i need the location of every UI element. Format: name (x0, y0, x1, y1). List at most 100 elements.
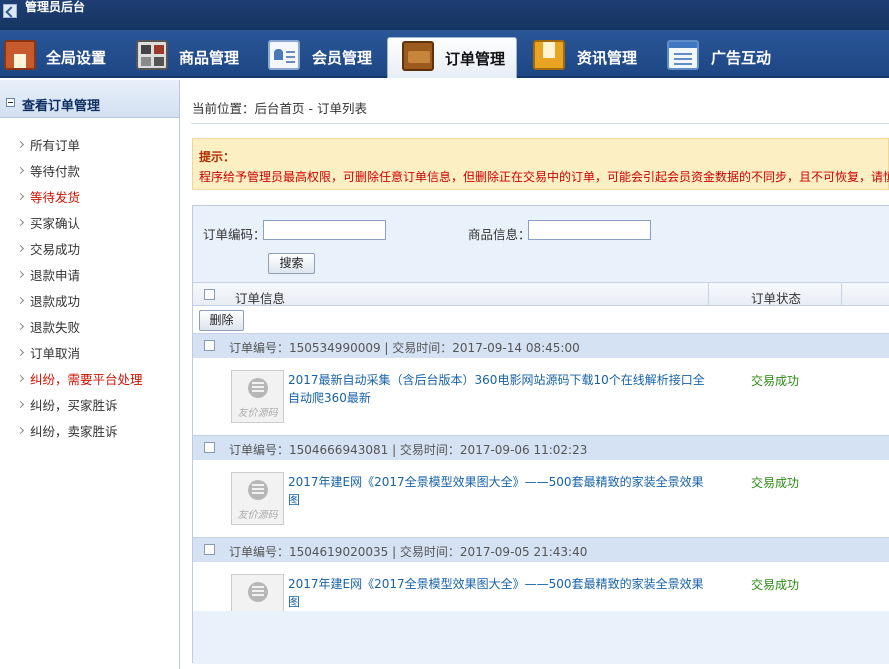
column-divider (841, 283, 842, 306)
breadcrumb: 当前位置：后台首页 - 订单列表 (192, 101, 367, 116)
table-header: 订单信息 订单状态 (193, 282, 889, 306)
grid-icon (136, 40, 168, 70)
sidebar-item-awaiting-shipment[interactable]: 等待发货 (0, 185, 179, 211)
sidebar-header[interactable]: 查看订单管理 (0, 80, 179, 118)
title-bar: 管理员后台 (0, 0, 889, 30)
search-form: 订单编码： 商品信息： 搜索 (193, 206, 889, 282)
window-title: 管理员后台 (25, 0, 86, 14)
tab-news-management[interactable]: 资讯管理 (529, 37, 653, 78)
home-icon (4, 40, 36, 70)
tab-label: 会员管理 (312, 49, 373, 67)
app-logo-icon (3, 4, 17, 18)
chevron-right-icon (16, 218, 25, 227)
collapse-icon[interactable] (6, 98, 15, 107)
notice-title: 提示： (199, 150, 236, 164)
order-status: 交易成功 (751, 578, 800, 592)
chevron-right-icon (16, 426, 25, 435)
product-link[interactable]: 2017最新自动采集（含后台版本）360电影网站源码下载10个在线解析接口全自动… (288, 371, 713, 407)
tab-global-settings[interactable]: 全局设置 (0, 37, 125, 78)
sidebar-item-refund-failed[interactable]: 退款失败 (0, 315, 179, 341)
order-row: 友价源码 2017最新自动采集（含后台版本）360电影网站源码下载10个在线解析… (193, 358, 889, 436)
sidebar-item-label: 退款失败 (30, 320, 81, 335)
order-panel: 订单编码： 商品信息： 搜索 订单信息 订单状态 删除 订单编号：1505349… (192, 205, 889, 664)
order-row: 友价源码 2017年建E网《2017全景模型效果图大全》——500套最精致的家装… (193, 460, 889, 538)
sidebar-item-label: 等待付款 (30, 164, 81, 179)
sidebar-item-label: 纠纷，买家胜诉 (30, 398, 118, 413)
notice-box: 提示： 程序给予管理员最高权限，可删除任意订单信息，但删除正在交易中的订单，可能… (192, 138, 889, 190)
order-row-header: 订单编号：1504619020035 | 交易时间：2017-09-05 21:… (193, 538, 889, 562)
product-link[interactable]: 2017年建E网《2017全景模型效果图大全》——500套最精致的家装全景效果图 (288, 575, 713, 611)
order-meta: 订单编号：1504666943081 | 交易时间：2017-09-06 11:… (229, 443, 588, 457)
chevron-right-icon (16, 400, 25, 409)
ad-icon (667, 40, 699, 70)
order-checkbox[interactable] (204, 340, 215, 351)
sidebar-item-label: 纠纷，卖家胜诉 (30, 424, 118, 439)
sidebar-title: 查看订单管理 (22, 99, 101, 114)
sidebar-item-all-orders[interactable]: 所有订单 (0, 133, 179, 159)
bulk-actions: 删除 (193, 306, 889, 334)
order-status: 交易成功 (751, 374, 800, 388)
product-thumbnail[interactable]: 友价源码 (231, 472, 284, 525)
sidebar-item-label: 退款成功 (30, 294, 81, 309)
sidebar-item-dispute-buyer-wins[interactable]: 纠纷，买家胜诉 (0, 393, 179, 419)
order-checkbox[interactable] (204, 442, 215, 453)
placeholder-logo-icon (248, 378, 268, 398)
sidebar-item-refund-success[interactable]: 退款成功 (0, 289, 179, 315)
column-divider (708, 283, 709, 306)
order-no-label: 订单编码： (203, 227, 266, 242)
news-icon (533, 40, 565, 70)
order-row-header: 订单编号：150534990009 | 交易时间：2017-09-14 08:4… (193, 334, 889, 358)
sidebar-item-buyer-confirm[interactable]: 买家确认 (0, 211, 179, 237)
order-row: 友价源码 2017年建E网《2017全景模型效果图大全》——500套最精致的家装… (193, 562, 889, 627)
table-footer (193, 611, 889, 664)
chevron-right-icon (16, 348, 25, 357)
chevron-right-icon (16, 322, 25, 331)
tab-product-management[interactable]: 商品管理 (130, 37, 258, 78)
divider (191, 123, 889, 124)
product-info-label: 商品信息： (468, 227, 531, 242)
chevron-right-icon (16, 166, 25, 175)
sidebar-item-label: 订单取消 (30, 346, 81, 361)
thumbnail-watermark: 友价源码 (237, 408, 278, 419)
order-meta: 订单编号：150534990009 | 交易时间：2017-09-14 08:4… (229, 341, 580, 355)
order-no-input[interactable] (263, 220, 386, 240)
tab-order-management[interactable]: 订单管理 (387, 37, 517, 78)
chevron-right-icon (16, 140, 25, 149)
search-button[interactable]: 搜索 (268, 253, 315, 274)
order-status: 交易成功 (751, 476, 800, 490)
sidebar-item-label: 等待发货 (30, 190, 81, 205)
chevron-right-icon (16, 296, 25, 305)
order-meta: 订单编号：1504619020035 | 交易时间：2017-09-05 21:… (229, 545, 588, 559)
order-checkbox[interactable] (204, 544, 215, 555)
delete-button[interactable]: 删除 (199, 310, 244, 331)
tab-label: 订单管理 (445, 50, 506, 68)
thumbnail-watermark: 友价源码 (237, 510, 278, 521)
card-icon (268, 40, 300, 70)
select-all-checkbox[interactable] (204, 289, 215, 300)
sidebar-menu: 所有订单 等待付款 等待发货 买家确认 交易成功 退款申请 退款成功 退款失败 … (0, 118, 179, 445)
sidebar-item-dispute-platform[interactable]: 纠纷，需要平台处理 (0, 367, 179, 393)
sidebar-item-label: 交易成功 (30, 242, 81, 257)
product-link[interactable]: 2017年建E网《2017全景模型效果图大全》——500套最精致的家装全景效果图 (288, 473, 713, 509)
chevron-right-icon (16, 270, 25, 279)
tab-ad-interaction[interactable]: 广告互动 (664, 37, 784, 78)
sidebar-item-order-cancelled[interactable]: 订单取消 (0, 341, 179, 367)
chevron-right-icon (16, 192, 25, 201)
product-info-input[interactable] (528, 220, 651, 240)
tab-label: 全局设置 (46, 49, 107, 67)
sidebar-item-label: 买家确认 (30, 216, 81, 231)
col-order-info: 订单信息 (235, 291, 286, 306)
sidebar-item-awaiting-payment[interactable]: 等待付款 (0, 159, 179, 185)
tab-label: 资讯管理 (577, 49, 638, 67)
tab-member-management[interactable]: 会员管理 (263, 37, 385, 78)
chevron-right-icon (16, 374, 25, 383)
tab-label: 广告互动 (711, 49, 772, 67)
wallet-icon (402, 41, 434, 71)
product-thumbnail[interactable]: 友价源码 (231, 370, 284, 423)
sidebar-item-trade-success[interactable]: 交易成功 (0, 237, 179, 263)
tab-label: 商品管理 (179, 49, 240, 67)
chevron-right-icon (16, 244, 25, 253)
sidebar-item-refund-request[interactable]: 退款申请 (0, 263, 179, 289)
sidebar-item-dispute-seller-wins[interactable]: 纠纷，卖家胜诉 (0, 419, 179, 445)
order-row-header: 订单编号：1504666943081 | 交易时间：2017-09-06 11:… (193, 436, 889, 460)
